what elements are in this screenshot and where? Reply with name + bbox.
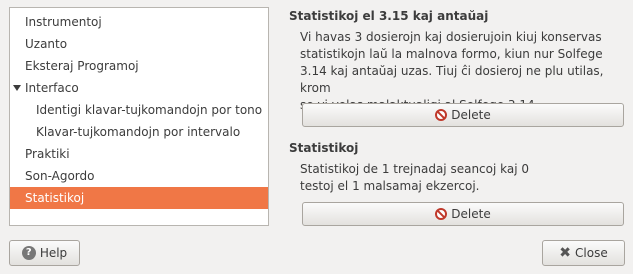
sidebar-item-label: Instrumentoj <box>25 15 102 29</box>
sidebar-item-interval-shortcuts[interactable]: Klavar-tujkomandojn por intervalo <box>10 121 268 143</box>
sidebar-item-label: Identigi klavar-tujkomandojn por tono <box>36 103 263 117</box>
old-statistics-title: Statistikoj el 3.15 kaj antaŭaj <box>289 9 489 23</box>
sidebar-item-interfaco[interactable]: Interfaco <box>10 77 268 99</box>
sidebar-item-instrumentoj[interactable]: Instrumentoj <box>10 11 268 33</box>
close-icon: ✖ <box>559 245 572 261</box>
sidebar-item-label: Klavar-tujkomandojn por intervalo <box>36 125 241 139</box>
category-list[interactable]: Instrumentoj Uzanto Eksteraj Programoj I… <box>9 7 269 226</box>
sidebar-item-label: Interfaco <box>25 81 79 95</box>
sidebar-item-label: Uzanto <box>25 37 68 51</box>
sidebar-item-uzanto[interactable]: Uzanto <box>10 33 268 55</box>
description-line: Vi havas 3 dosierojn kaj dosierujoin kiu… <box>300 30 602 44</box>
sidebar-item-praktiki[interactable]: Praktiki <box>10 143 268 165</box>
no-entry-icon <box>435 208 448 220</box>
description-line: testoj el 1 malsamaj ekzercoj. <box>300 179 480 193</box>
sidebar-item-eksteraj-programoj[interactable]: Eksteraj Programoj <box>10 55 268 77</box>
no-entry-icon <box>435 109 448 121</box>
sidebar-item-label: Praktiki <box>25 147 70 161</box>
delete-button-label: Delete <box>451 108 491 122</box>
expander-arrow-icon[interactable] <box>13 85 21 91</box>
old-statistics-description: Vi havas 3 dosierojn kaj dosierujoin kiu… <box>289 29 625 114</box>
description-line: statistikojn laŭ la malnova formo, kiun … <box>300 47 603 61</box>
statistics-description: Statistikoj de 1 trejnadaj seancoj kaj 0… <box>289 161 529 195</box>
sidebar-item-tone-shortcuts[interactable]: Identigi klavar-tujkomandojn por tono <box>10 99 268 121</box>
sidebar-item-son-agordo[interactable]: Son-Agordo <box>10 165 268 187</box>
sidebar-item-label: Son-Agordo <box>25 169 95 183</box>
description-line: Statistikoj de 1 trejnadaj seancoj kaj 0 <box>300 162 530 176</box>
statistics-title: Statistikoj <box>289 141 359 155</box>
help-button-label: Help <box>39 246 68 260</box>
delete-old-statistics-button[interactable]: Delete <box>302 103 624 127</box>
help-button[interactable]: ? Help <box>9 240 80 266</box>
description-line: 3.14 kaj antaŭaj uzas. Tiuj ĉi dosieroj … <box>300 64 604 95</box>
help-icon: ? <box>21 246 36 260</box>
close-button-label: Close <box>575 246 608 260</box>
close-button[interactable]: ✖ Close <box>542 240 625 266</box>
sidebar-item-label: Statistikoj <box>25 191 85 205</box>
sidebar-item-statistikoj[interactable]: Statistikoj <box>10 187 268 209</box>
sidebar-item-label: Eksteraj Programoj <box>25 59 139 73</box>
delete-statistics-button[interactable]: Delete <box>302 202 624 226</box>
statistics-panel: Statistikoj el 3.15 kaj antaŭaj Vi havas… <box>289 7 625 114</box>
delete-button-label: Delete <box>451 207 491 221</box>
